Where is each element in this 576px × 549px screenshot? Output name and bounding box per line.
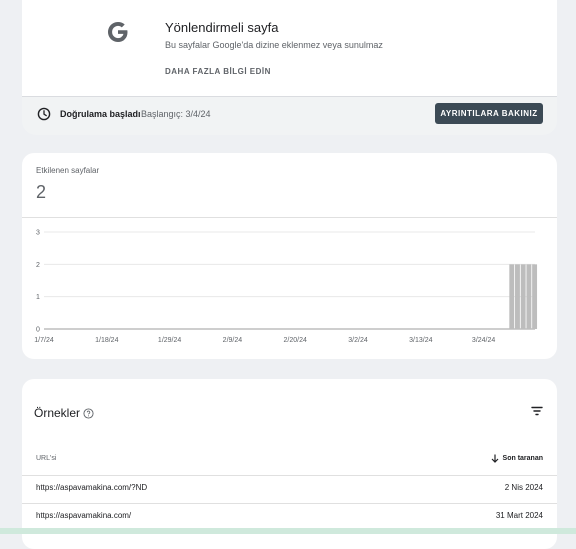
x-tick-label: 1/18/24: [95, 337, 118, 344]
x-tick-label: 3/13/24: [409, 337, 432, 344]
divider: [22, 217, 557, 218]
affected-pages-count: 2: [36, 182, 47, 202]
chart-bar[interactable]: [515, 264, 520, 329]
validation-start-date: Başlangıç: 3/4/24: [141, 109, 211, 119]
table-row[interactable]: https://aspavamakina.com/?ND 2 Nis 2024: [22, 476, 557, 502]
help-icon[interactable]: [83, 408, 94, 419]
x-tick-label: 2/20/24: [284, 337, 307, 344]
issue-header: Yönlendirmeli sayfa Bu sayfalar Google'd…: [22, 0, 557, 97]
validation-status: Doğrulama başladı: [60, 109, 141, 119]
column-header-last-crawled[interactable]: Son taranan: [491, 454, 543, 463]
chart-bar[interactable]: [532, 264, 538, 329]
y-tick-label: 1: [36, 294, 40, 301]
chart-bar[interactable]: [509, 264, 515, 329]
column-header-url: URL'si: [36, 455, 57, 462]
row-date: 31 Mart 2024: [495, 511, 543, 520]
arrow-down-icon: [491, 454, 498, 463]
row-url: https://aspavamakina.com/: [36, 511, 132, 520]
clock-icon: [37, 107, 51, 121]
x-tick-label: 1/7/24: [34, 337, 54, 344]
issue-description: Bu sayfalar Google'da dizine eklenmez ve…: [165, 40, 383, 50]
x-tick-label: 3/24/24: [472, 337, 495, 344]
examples-card: Örnekler URL'si Son taranan https://aspa…: [22, 379, 557, 549]
bottom-bar: [0, 528, 576, 534]
y-tick-label: 2: [36, 262, 40, 269]
x-tick-label: 2/9/24: [223, 337, 243, 344]
validation-row: Doğrulama başladı Başlangıç: 3/4/24 AYRI…: [22, 96, 557, 135]
y-tick-label: 3: [36, 230, 40, 237]
learn-more-link[interactable]: DAHA FAZLA BİLGİ EDİN: [165, 67, 271, 76]
filter-icon[interactable]: [530, 404, 544, 418]
issue-title: Yönlendirmeli sayfa: [165, 20, 279, 35]
table-row[interactable]: https://aspavamakina.com/ 31 Mart 2024: [22, 504, 557, 530]
x-tick-label: 3/2/24: [348, 337, 368, 344]
examples-title: Örnekler: [34, 406, 81, 420]
row-date: 2 Nis 2024: [504, 483, 543, 492]
row-url: https://aspavamakina.com/?ND: [36, 483, 148, 492]
y-tick-label: 0: [36, 327, 40, 334]
affected-pages-label: Etkilenen sayfalar: [36, 166, 100, 175]
chart-bar[interactable]: [526, 264, 532, 329]
affected-pages-chart: 0 1 2 3 1/7/24 1/18/24 1/29/24 2/9/24 2/20/24 3/2…: [34, 230, 538, 344]
affected-pages-card: Etkilenen sayfalar 2 0 1 2 3 1/7/24 1/18/24 1/…: [22, 153, 557, 359]
google-g-icon: [108, 22, 128, 42]
see-details-button[interactable]: AYRINTILARA BAKINIZ: [435, 103, 543, 124]
issue-card: Yönlendirmeli sayfa Bu sayfalar Google'd…: [22, 0, 557, 135]
x-tick-label: 1/29/24: [158, 337, 181, 344]
column-header-last-crawled-label: Son taranan: [502, 455, 543, 462]
chart-bar[interactable]: [520, 264, 526, 329]
